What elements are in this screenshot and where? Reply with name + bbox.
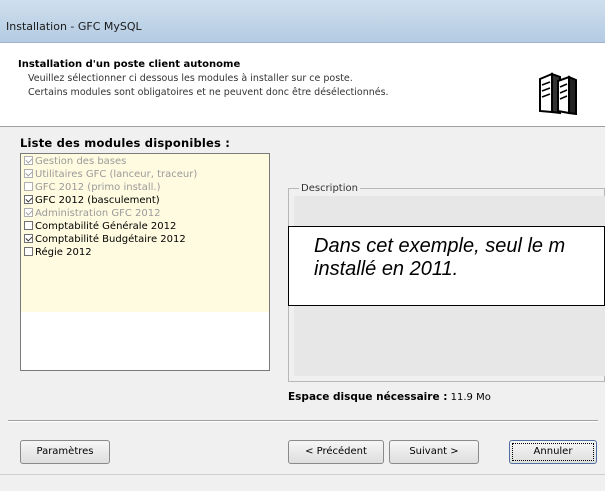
header-line-1: Veuillez sélectionner ci dessous les mod… xyxy=(28,73,353,84)
window-title: Installation - GFC MySQL xyxy=(6,20,142,33)
disk-space-value: 11.9 Mo xyxy=(450,392,491,403)
module-label: Comptabilité Budgétaire 2012 xyxy=(35,234,186,245)
separator xyxy=(8,420,598,422)
checkbox[interactable] xyxy=(24,233,33,243)
module-label: Utilitaires GFC (lanceur, traceur) xyxy=(35,169,198,180)
disk-space: Espace disque nécessaire : 11.9 Mo xyxy=(288,391,491,403)
header-panel xyxy=(0,43,605,127)
module-item-compta-budgetaire[interactable]: Comptabilité Budgétaire 2012 xyxy=(24,233,186,246)
cancel-button[interactable]: Annuler xyxy=(509,440,597,464)
module-label: Régie 2012 xyxy=(35,247,92,258)
module-item-compta-generale[interactable]: Comptabilité Générale 2012 xyxy=(24,220,177,233)
module-item-primo-install: GFC 2012 (primo install.) xyxy=(24,181,161,194)
server-stack-icon xyxy=(539,72,577,115)
annotation-overlay: Dans cet exemple, seul le m installé en … xyxy=(288,226,605,306)
checkbox xyxy=(24,181,33,191)
checkbox xyxy=(24,168,33,178)
module-item-basculement[interactable]: GFC 2012 (basculement) xyxy=(24,194,160,207)
module-item-administration: Administration GFC 2012 xyxy=(24,207,161,220)
annotation-line-2: installé en 2011. xyxy=(314,258,459,280)
module-item-regie[interactable]: Régie 2012 xyxy=(24,246,92,259)
checkbox[interactable] xyxy=(24,194,33,204)
modules-list-title: Liste des modules disponibles : xyxy=(20,136,231,150)
header-line-2: Certains modules sont obligatoires et ne… xyxy=(28,87,389,98)
description-legend: Description xyxy=(299,183,360,194)
module-item-gestion-bases: Gestion des bases xyxy=(24,155,127,168)
module-label: Administration GFC 2012 xyxy=(35,208,161,219)
module-label: GFC 2012 (basculement) xyxy=(35,195,160,206)
header-title: Installation d'un poste client autonome xyxy=(18,59,241,70)
window-bottom-edge xyxy=(0,474,605,491)
checkbox[interactable] xyxy=(24,246,33,256)
checkbox xyxy=(24,207,33,217)
next-button[interactable]: Suivant > xyxy=(389,440,479,464)
module-item-utilitaires: Utilitaires GFC (lanceur, traceur) xyxy=(24,168,198,181)
parameters-button[interactable]: Paramètres xyxy=(20,440,110,464)
module-label: Comptabilité Générale 2012 xyxy=(35,221,177,232)
previous-button[interactable]: < Précédent xyxy=(288,440,384,464)
module-label: Gestion des bases xyxy=(35,156,127,167)
annotation-line-1: Dans cet exemple, seul le m xyxy=(314,235,566,257)
disk-space-label: Espace disque nécessaire : xyxy=(288,391,448,403)
checkbox xyxy=(24,155,33,165)
checkbox[interactable] xyxy=(24,220,33,230)
module-label: GFC 2012 (primo install.) xyxy=(35,182,161,193)
